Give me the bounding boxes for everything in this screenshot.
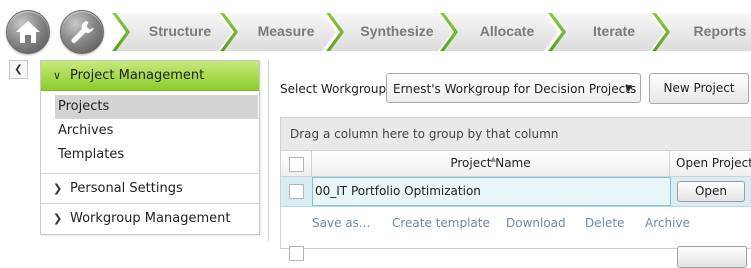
project-name-cell[interactable]: 00_IT Portfolio Optimization xyxy=(312,177,671,206)
create-template-link[interactable]: Create template xyxy=(392,207,490,239)
section-label: Project Management xyxy=(70,68,205,83)
row-actions: Save as... Create template Download Dele… xyxy=(281,207,751,239)
header-checkbox-cell xyxy=(281,151,312,176)
step-synthesize[interactable]: Synthesize xyxy=(326,13,452,51)
new-project-button[interactable]: New Project xyxy=(649,73,749,104)
step-allocate[interactable]: Allocate xyxy=(440,13,558,51)
workgroup-value: Ernest's Workgroup for Decision Projects xyxy=(393,82,637,96)
wrench-icon xyxy=(71,21,94,43)
sidebar-item-projects[interactable]: Projects xyxy=(55,95,258,119)
home-icon xyxy=(16,21,40,43)
sidebar-item-templates[interactable]: Templates xyxy=(55,143,258,167)
archive-link[interactable]: Archive xyxy=(645,207,690,239)
workflow-steps: Structure Measure Synthesize Allocate It… xyxy=(112,13,751,51)
step-structure[interactable]: Structure xyxy=(112,13,232,51)
row-checkbox[interactable] xyxy=(289,184,304,199)
open-project-button[interactable]: Open xyxy=(677,181,745,202)
grid-header: ▲ Project Name Open Project xyxy=(281,151,751,177)
step-iterate[interactable]: Iterate xyxy=(548,13,664,51)
sidebar-panel: ∨ Project Management Projects Archives T… xyxy=(40,60,260,235)
open-project-button[interactable] xyxy=(677,246,747,268)
delete-link[interactable]: Delete xyxy=(585,207,624,239)
step-label: Synthesize xyxy=(360,23,434,39)
projects-grid: Drag a column here to group by that colu… xyxy=(280,117,751,268)
download-link[interactable]: Download xyxy=(506,207,566,239)
workgroup-select[interactable]: Ernest's Workgroup for Decision Projects… xyxy=(386,73,641,103)
chevron-right-icon: ❯ xyxy=(53,212,63,225)
sidebar-item-archives[interactable]: Archives xyxy=(55,119,258,143)
project-management-items: Projects Archives Templates xyxy=(41,91,259,174)
step-reports[interactable]: Reports xyxy=(652,13,751,51)
top-toolbar: Structure Measure Synthesize Allocate It… xyxy=(0,0,751,60)
chevron-down-icon: ∨ xyxy=(53,69,62,82)
workgroup-label: Select Workgroup: xyxy=(280,82,391,96)
section-project-management[interactable]: ∨ Project Management xyxy=(41,61,259,91)
home-button[interactable] xyxy=(6,10,50,54)
column-header-open-project: Open Project xyxy=(676,156,751,170)
select-all-checkbox[interactable] xyxy=(289,157,304,172)
save-as-link[interactable]: Save as... xyxy=(312,207,370,239)
sort-arrow-icon: ▲ xyxy=(490,155,496,163)
step-measure[interactable]: Measure xyxy=(220,13,336,51)
section-personal-settings[interactable]: ❯ Personal Settings xyxy=(41,174,259,204)
section-workgroup-management[interactable]: ❯ Workgroup Management xyxy=(41,204,259,233)
step-label: Iterate xyxy=(592,23,636,39)
chevron-left-icon: ❮ xyxy=(14,64,23,75)
step-label: Reports xyxy=(693,23,747,39)
section-label: Workgroup Management xyxy=(70,211,231,226)
table-row[interactable] xyxy=(281,239,751,268)
table-row[interactable]: 00_IT Portfolio Optimization Open xyxy=(281,177,751,207)
step-label: Measure xyxy=(257,23,315,39)
column-header-project-name[interactable]: ▲ Project Name xyxy=(312,151,670,176)
collapse-sidebar-button[interactable]: ❮ xyxy=(9,60,28,79)
chevron-right-icon: ❯ xyxy=(53,182,63,195)
row-checkbox[interactable] xyxy=(289,246,304,261)
step-label: Structure xyxy=(148,23,212,39)
section-label: Personal Settings xyxy=(70,181,183,196)
group-by-bar[interactable]: Drag a column here to group by that colu… xyxy=(281,118,751,151)
dropdown-arrow-icon: ▼ xyxy=(625,84,632,94)
step-label: Allocate xyxy=(479,23,535,39)
main-content: Select Workgroup: Ernest's Workgroup for… xyxy=(268,60,751,268)
tools-button[interactable] xyxy=(60,10,104,54)
